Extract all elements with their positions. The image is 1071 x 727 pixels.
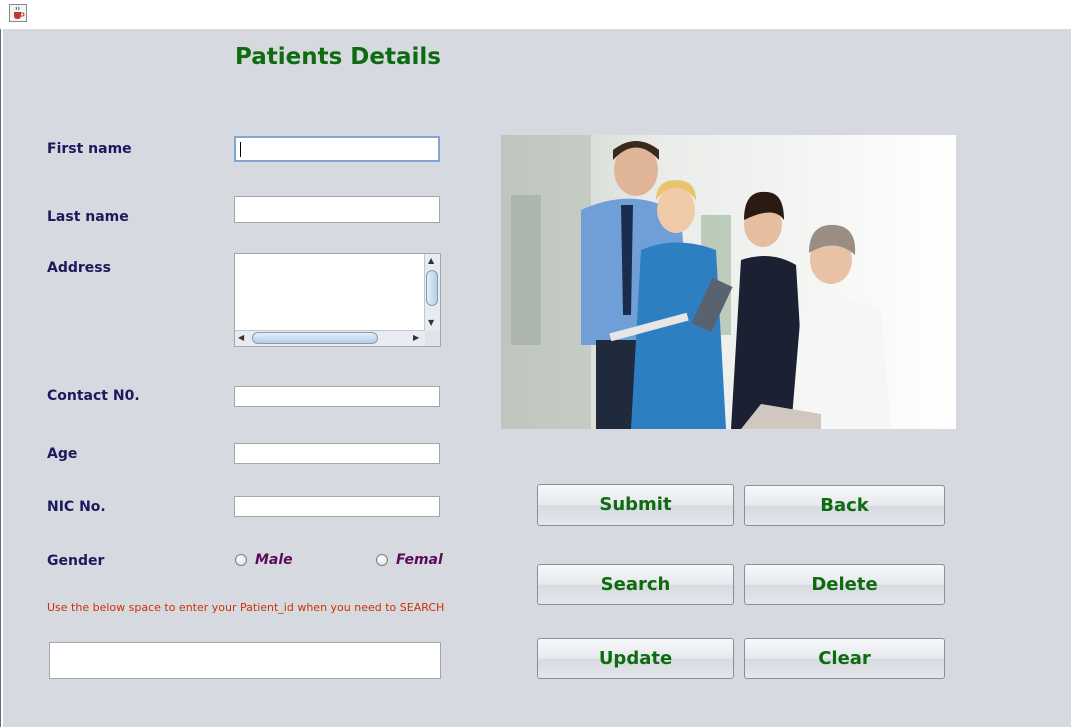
first-name-label: First name (47, 141, 132, 157)
gender-male-label[interactable]: Male (255, 552, 293, 568)
search-hint-text: Use the below space to enter your Patien… (47, 601, 445, 614)
back-button[interactable]: Back (744, 485, 945, 526)
nic-label: NIC No. (47, 499, 106, 515)
gender-female-radio[interactable] (376, 554, 388, 566)
address-vertical-scrollbar[interactable]: ▲ ▼ (424, 254, 440, 332)
contact-label: Contact N0. (47, 388, 140, 404)
gender-female-label[interactable]: Female (396, 552, 443, 568)
horizontal-scroll-thumb[interactable] (252, 332, 378, 344)
scroll-left-arrow-icon[interactable]: ◀ (238, 333, 244, 343)
gender-male-radio[interactable] (235, 554, 247, 566)
nic-field[interactable] (234, 496, 440, 517)
window-edge (0, 29, 1, 727)
java-coffee-icon (9, 4, 27, 22)
first-name-field[interactable] (234, 136, 440, 162)
medical-staff-photo (501, 135, 956, 429)
last-name-field[interactable] (234, 196, 440, 223)
clear-button[interactable]: Clear (744, 638, 945, 679)
page-title: Patients Details (235, 44, 441, 70)
scroll-down-arrow-icon[interactable]: ▼ (428, 318, 434, 328)
vertical-scroll-thumb[interactable] (426, 270, 438, 306)
scroll-right-arrow-icon[interactable]: ▶ (413, 333, 419, 343)
age-label: Age (47, 446, 78, 462)
scroll-up-arrow-icon[interactable]: ▲ (428, 256, 434, 266)
search-button[interactable]: Search (537, 564, 734, 605)
scroll-corner (425, 331, 440, 346)
submit-button[interactable]: Submit (537, 484, 734, 526)
update-button[interactable]: Update (537, 638, 734, 679)
age-field[interactable] (234, 443, 440, 464)
last-name-label: Last name (47, 209, 129, 225)
patient-id-search-field[interactable] (49, 642, 441, 679)
contact-field[interactable] (234, 386, 440, 407)
text-caret (240, 142, 241, 157)
address-horizontal-scrollbar[interactable]: ◀ ▶ (235, 330, 425, 346)
delete-button[interactable]: Delete (744, 564, 945, 605)
address-label: Address (47, 260, 111, 276)
address-textarea[interactable]: ▲ ▼ ◀ ▶ (234, 253, 441, 347)
window-titlebar (0, 0, 1071, 29)
gender-label: Gender (47, 553, 105, 569)
